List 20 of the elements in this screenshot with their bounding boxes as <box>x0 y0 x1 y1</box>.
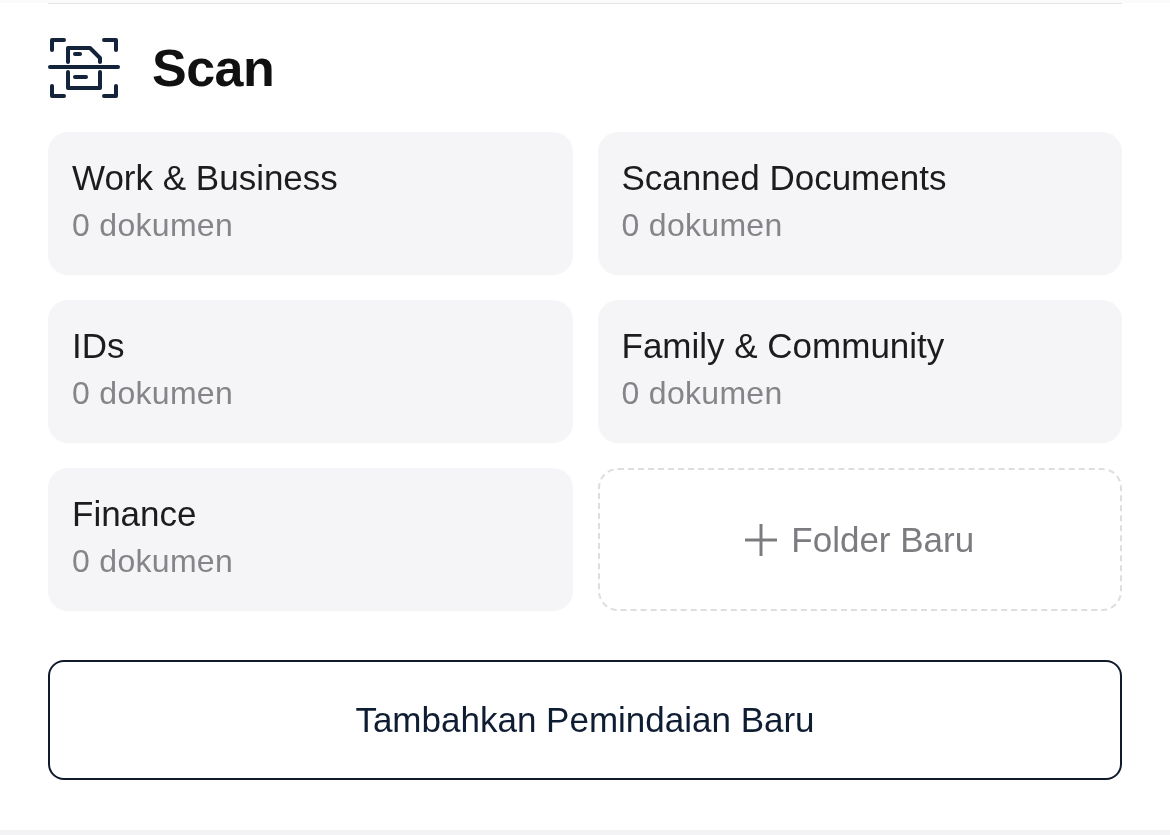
document-count: 0 dokumen <box>621 374 784 412</box>
folder-name: Scanned Documents <box>621 158 948 198</box>
document-count: 0 dokumen <box>621 206 784 244</box>
folder-card[interactable]: Scanned Documents 0 dokumen <box>597 132 1122 275</box>
new-folder-button[interactable]: Folder Baru <box>597 468 1122 611</box>
folder-name: Family & Community <box>621 326 946 366</box>
folder-card[interactable]: IDs 0 dokumen <box>48 300 573 443</box>
page-title: Scan <box>152 42 275 94</box>
document-count: 0 dokumen <box>72 206 235 244</box>
document-count: 0 dokumen <box>72 542 235 580</box>
folder-card[interactable]: Family & Community 0 dokumen <box>597 300 1122 443</box>
document-count: 0 dokumen <box>72 374 235 412</box>
add-scan-button[interactable]: Tambahkan Pemindaian Baru <box>48 660 1122 780</box>
plus-icon <box>745 523 778 556</box>
scan-document-icon <box>48 36 120 100</box>
folder-name: Work & Business <box>72 158 339 198</box>
folder-card[interactable]: Work & Business 0 dokumen <box>48 132 573 275</box>
folder-name: IDs <box>72 326 126 366</box>
folder-name: Finance <box>72 494 198 534</box>
folder-card[interactable]: Finance 0 dokumen <box>48 468 573 611</box>
